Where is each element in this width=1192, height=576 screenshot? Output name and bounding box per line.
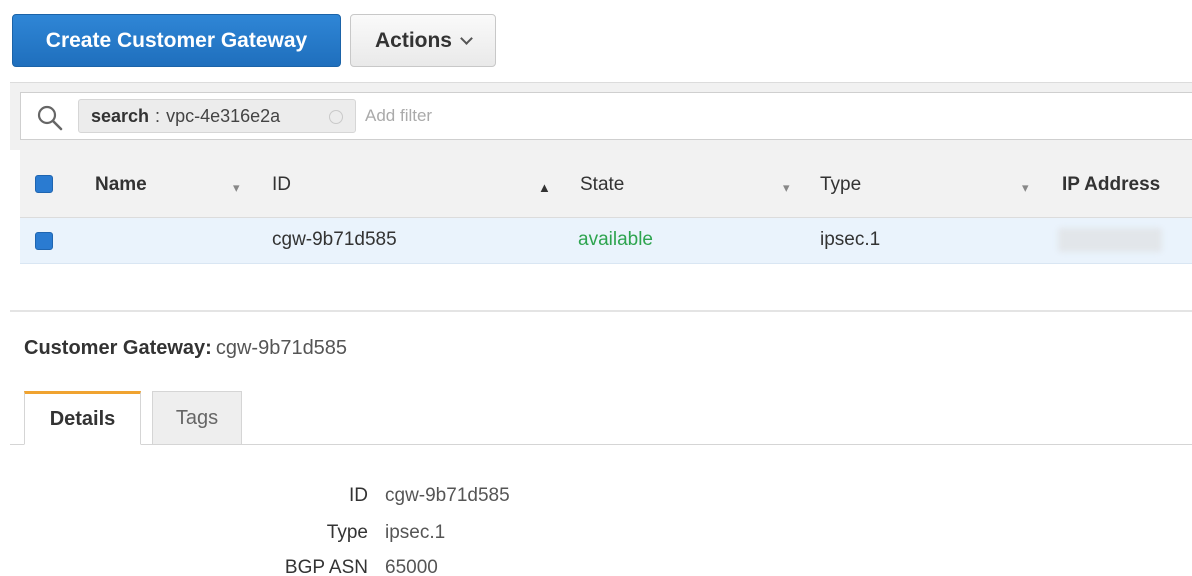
row-type: ipsec.1 [820, 229, 881, 250]
search-icon [37, 105, 63, 131]
row-checkbox[interactable] [35, 232, 53, 250]
sort-state-icon[interactable]: ▾ [783, 180, 790, 196]
column-header-name[interactable]: Name [95, 174, 147, 196]
tab-tags[interactable]: Tags [152, 391, 242, 445]
column-header-type[interactable]: Type [820, 174, 861, 196]
sort-id-icon[interactable]: ▲ [538, 180, 551, 195]
row-state: available [578, 229, 653, 250]
detail-field-value: cgw-9b71d585 [385, 485, 510, 506]
column-header-id[interactable]: ID [272, 174, 291, 196]
tab-details[interactable]: Details [24, 391, 141, 445]
sort-type-icon[interactable]: ▾ [1022, 180, 1029, 196]
detail-field-label: ID [349, 485, 368, 506]
filter-token-key: search [91, 105, 150, 126]
filter-token[interactable]: search : vpc-4e316e2a [78, 99, 356, 133]
create-customer-gateway-button[interactable]: Create Customer Gateway [12, 14, 341, 67]
pane-divider[interactable] [10, 310, 1192, 312]
column-header-ip-address[interactable]: IP Address [1062, 174, 1160, 196]
column-header-state[interactable]: State [580, 174, 624, 196]
detail-field-value: ipsec.1 [385, 522, 446, 543]
add-filter-input[interactable]: Add filter [365, 106, 432, 126]
detail-title: Customer Gateway: cgw-9b71d585 [24, 337, 347, 360]
tab-tags-label: Tags [175, 406, 219, 429]
create-button-label: Create Customer Gateway [45, 28, 308, 52]
actions-button-label: Actions [374, 28, 452, 52]
detail-title-value: cgw-9b71d585 [215, 337, 348, 359]
chevron-down-icon [460, 31, 473, 45]
actions-dropdown-button[interactable]: Actions [350, 14, 496, 67]
select-all-checkbox[interactable] [35, 175, 53, 193]
detail-field-label: BGP ASN [284, 557, 368, 576]
detail-title-label: Customer Gateway: [24, 337, 212, 359]
detail-field-label: Type [326, 522, 368, 543]
filter-token-value: vpc-4e316e2a [166, 105, 281, 126]
filter-token-separator: : [155, 105, 161, 126]
row-ip-address-redacted [1058, 228, 1162, 252]
row-id: cgw-9b71d585 [272, 229, 397, 250]
remove-filter-icon[interactable] [329, 110, 343, 124]
tab-details-label: Details [49, 407, 116, 430]
sort-name-icon[interactable]: ▾ [233, 180, 240, 196]
detail-field-value: 65000 [385, 557, 438, 576]
